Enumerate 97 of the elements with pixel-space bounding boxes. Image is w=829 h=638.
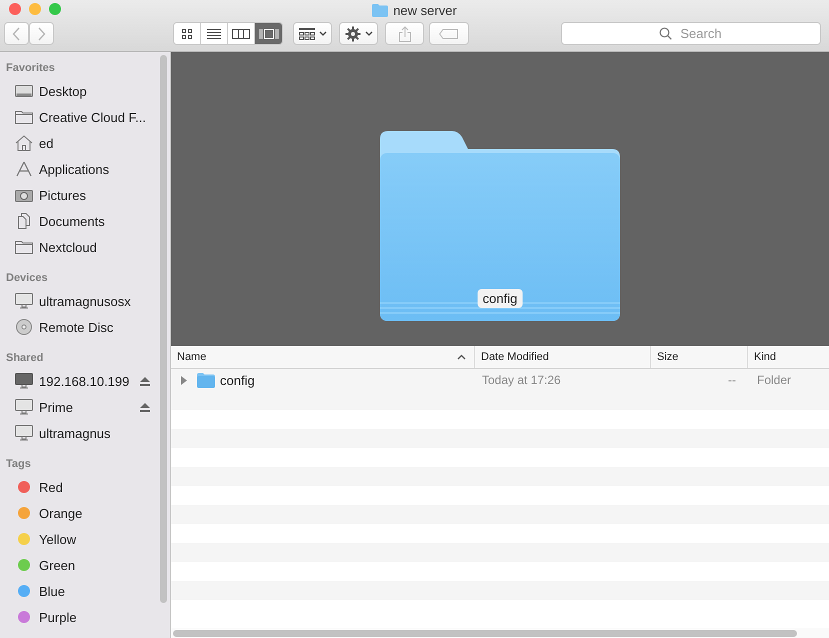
share-button[interactable] — [385, 22, 424, 45]
chevron-left-icon — [12, 26, 21, 40]
sidebar-item[interactable]: Applications — [0, 156, 150, 182]
sidebar-label: ultramagnus — [39, 426, 112, 440]
cover-flow-button[interactable] — [255, 23, 282, 44]
back-button[interactable] — [4, 22, 29, 45]
monitor-icon — [15, 399, 33, 415]
grid-icon — [180, 28, 194, 40]
sidebar-item[interactable]: Remote Disc — [0, 314, 150, 340]
chevron-right-icon — [37, 26, 46, 40]
icon-view-button[interactable] — [174, 23, 201, 44]
folder-icon — [197, 372, 215, 388]
share-icon — [398, 26, 410, 42]
sidebar-label: ed — [39, 136, 54, 150]
action-button[interactable] — [339, 22, 378, 45]
desktop-icon — [15, 83, 33, 99]
sidebar-label: Nextcloud — [39, 240, 98, 254]
search-icon — [659, 27, 672, 40]
folder-icon — [15, 109, 33, 125]
documents-icon — [15, 213, 33, 229]
camera-icon — [15, 187, 33, 203]
close-button[interactable] — [9, 3, 21, 15]
sidebar-item[interactable]: ed — [0, 130, 150, 156]
monitor-icon — [15, 373, 33, 389]
table-cell-text: Today at 17:26 — [481, 373, 562, 387]
sidebar-label: Green — [39, 558, 76, 572]
sidebar-label: Applications — [39, 162, 110, 176]
window-title: new server — [393, 2, 457, 18]
forward-button[interactable] — [29, 22, 54, 45]
sidebar-label: Desktop — [39, 84, 88, 98]
sidebar-label: Pictures — [39, 188, 87, 202]
list-icon — [206, 28, 222, 40]
columns-icon — [232, 28, 250, 40]
tag-icon — [439, 28, 459, 38]
table-cell-text: Folder — [756, 373, 792, 387]
eject-icon[interactable] — [140, 376, 150, 386]
compass-drawing-icon — [15, 161, 33, 177]
sidebar-label: Creative Cloud F... — [39, 110, 147, 124]
sidebar-item[interactable]: Prime — [0, 394, 150, 420]
column-header[interactable]: Size — [651, 346, 748, 368]
column-header[interactable]: Name — [171, 346, 475, 368]
sidebar-item[interactable]: Green — [0, 552, 150, 578]
folder-icon — [15, 239, 33, 255]
sidebar-item[interactable]: Documents — [0, 208, 150, 234]
monitor-icon — [15, 425, 33, 441]
sidebar-heading: Shared — [5, 352, 44, 366]
eject-icon[interactable] — [140, 402, 150, 412]
folder-icon — [372, 4, 388, 16]
folder-icon — [380, 131, 620, 321]
sidebar-label: ultramagnusosx — [39, 294, 132, 308]
sidebar-item[interactable]: Orange — [0, 500, 150, 526]
sidebar-label: Documents — [39, 214, 106, 228]
sidebar-item[interactable]: ultramagnus — [0, 420, 150, 446]
gear-icon — [344, 26, 360, 42]
sidebar-item[interactable]: Pictures — [0, 182, 150, 208]
tag-button[interactable] — [429, 22, 469, 45]
sidebar-label: Orange — [39, 506, 84, 520]
sidebar-label: Remote Disc — [39, 320, 114, 334]
search-field[interactable]: Search — [561, 22, 821, 45]
caret-icon — [364, 30, 372, 36]
column-header[interactable]: Date Modified — [475, 346, 651, 368]
sidebar-label: Red — [39, 480, 64, 494]
monitor-icon — [15, 293, 33, 309]
folder-name-label: config — [478, 289, 522, 308]
arrange-button[interactable] — [293, 22, 332, 45]
cover-flow-icon — [258, 28, 278, 40]
sidebar-item[interactable]: Yellow — [0, 526, 150, 552]
file-name: config — [220, 372, 255, 388]
sidebar-item[interactable]: Purple — [0, 604, 150, 630]
sidebar-item[interactable]: Nextcloud — [0, 234, 150, 260]
sidebar-heading: Devices — [5, 272, 49, 286]
grid-icon — [298, 28, 314, 40]
sidebar-label: 192.168.10.199 — [39, 374, 130, 388]
column-header[interactable]: Kind — [748, 346, 829, 368]
sidebar-item[interactable]: Desktop — [0, 78, 150, 104]
zoom-button[interactable] — [49, 3, 61, 15]
sidebar-label: Prime — [39, 400, 74, 414]
caret-icon — [318, 30, 326, 36]
sidebar-label: Purple — [39, 610, 78, 624]
disc-icon — [15, 319, 33, 335]
list-view-button[interactable] — [201, 23, 228, 44]
scrollbar[interactable] — [173, 630, 797, 637]
file-row[interactable]: config Today at 17:26 -- Folder — [171, 369, 829, 391]
column-view-button[interactable] — [228, 23, 255, 44]
disclosure-triangle-icon[interactable] — [180, 376, 188, 384]
sidebar-heading: Favorites — [5, 62, 56, 76]
sidebar-label: Yellow — [39, 532, 78, 546]
sidebar-item[interactable]: Red — [0, 474, 150, 500]
sidebar-heading: Tags — [5, 458, 32, 472]
house-icon — [15, 135, 33, 151]
sidebar-item[interactable]: Blue — [0, 578, 150, 604]
sidebar-label: Blue — [39, 584, 66, 598]
sidebar-item[interactable]: 192.168.10.199 — [0, 368, 150, 394]
sidebar-item[interactable]: Creative Cloud F... — [0, 104, 150, 130]
table-cell-text: -- — [727, 373, 737, 387]
sidebar-item[interactable]: ultramagnusosx — [0, 288, 150, 314]
scrollbar[interactable] — [160, 55, 167, 603]
